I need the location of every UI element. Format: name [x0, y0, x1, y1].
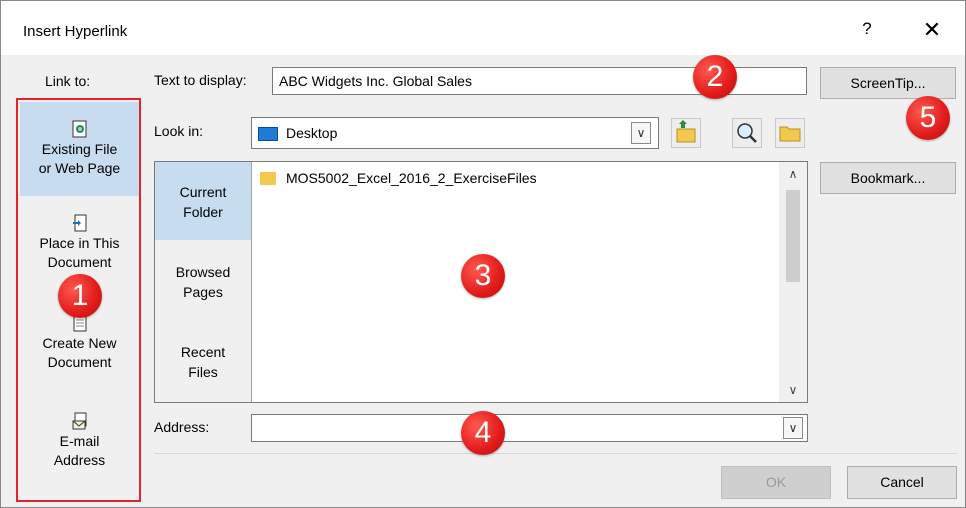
- scroll-down-icon[interactable]: ∨: [779, 380, 807, 400]
- dialog-title: Insert Hyperlink: [23, 23, 128, 40]
- tab-recent-files[interactable]: Recent Files: [155, 342, 251, 392]
- look-in-dropdown-chevron-icon[interactable]: ∨: [631, 122, 651, 144]
- text-to-display-label: Text to display:: [154, 72, 247, 88]
- link-to-label: Link to:: [45, 73, 91, 89]
- link-to-email-line2: Address: [53, 452, 106, 468]
- link-to-place-line1: Place in This: [39, 235, 120, 251]
- divider: [154, 453, 957, 454]
- callout-4: 4: [461, 411, 505, 455]
- browse-web-icon: [737, 123, 757, 143]
- address-label: Address:: [154, 419, 210, 435]
- link-to-create-line2: Document: [47, 354, 112, 370]
- tab-current-folder-line2: Folder: [183, 204, 223, 220]
- tab-recent-line2: Files: [188, 364, 218, 380]
- tab-browsed-line1: Browsed: [175, 264, 231, 280]
- link-to-existing-file-line2: or Web Page: [38, 160, 121, 176]
- ok-button[interactable]: OK: [721, 466, 831, 499]
- email-icon: [72, 412, 88, 430]
- file-list-scrollbar[interactable]: ∧ ∨: [779, 162, 807, 402]
- callout-2: 2: [693, 55, 737, 99]
- address-dropdown-chevron-icon[interactable]: ∨: [783, 417, 803, 439]
- look-in-value: Desktop: [286, 125, 338, 141]
- link-to-place-line2: Document: [47, 254, 112, 270]
- cancel-button[interactable]: Cancel: [847, 466, 957, 499]
- callout-5: 5: [906, 96, 950, 140]
- tab-current-folder[interactable]: Current Folder: [155, 162, 251, 240]
- tab-current-folder-line1: Current: [179, 184, 227, 200]
- link-to-create-new-document[interactable]: Create New Document: [20, 314, 139, 394]
- close-button[interactable]: ✕: [915, 15, 949, 45]
- up-folder-icon: [676, 120, 696, 143]
- desktop-icon: [258, 127, 278, 142]
- link-to-existing-file-line1: Existing File: [41, 141, 118, 157]
- scroll-thumb[interactable]: [786, 190, 800, 282]
- callout-3: 3: [461, 254, 505, 298]
- help-button[interactable]: ?: [853, 15, 881, 43]
- folder-icon: [260, 171, 276, 185]
- bookmark-button[interactable]: Bookmark...: [820, 162, 956, 194]
- link-to-email-address[interactable]: E-mail Address: [20, 412, 139, 492]
- browse-tabs: Current Folder Browsed Pages Recent File…: [155, 162, 252, 402]
- tab-browsed-pages[interactable]: Browsed Pages: [155, 262, 251, 312]
- link-to-create-line1: Create New: [42, 335, 117, 351]
- link-to-existing-file[interactable]: Existing File or Web Page: [20, 102, 139, 196]
- callout-1: 1: [58, 274, 102, 318]
- open-folder-icon: [779, 126, 801, 142]
- insert-hyperlink-dialog: Insert Hyperlink ? ✕ Link to: Existing F…: [0, 0, 966, 508]
- address-input[interactable]: [251, 414, 808, 442]
- browse-file-button[interactable]: [775, 118, 805, 148]
- tab-recent-line1: Recent: [180, 344, 226, 360]
- tab-browsed-line2: Pages: [183, 284, 223, 300]
- file-list: MOS5002_Excel_2016_2_ExerciseFiles: [252, 162, 779, 402]
- link-to-email-line1: E-mail: [59, 433, 100, 449]
- scroll-up-icon[interactable]: ∧: [779, 164, 807, 184]
- up-folder-button[interactable]: [671, 118, 701, 148]
- existing-file-icon: [72, 120, 88, 138]
- look-in-combo[interactable]: Desktop: [251, 117, 659, 149]
- title-bar: Insert Hyperlink ? ✕: [1, 1, 965, 55]
- file-name: MOS5002_Excel_2016_2_ExerciseFiles: [286, 170, 537, 186]
- place-in-document-icon: [72, 214, 88, 232]
- look-in-label: Look in:: [154, 123, 204, 139]
- list-item[interactable]: MOS5002_Excel_2016_2_ExerciseFiles: [260, 168, 537, 188]
- browse-web-button[interactable]: [732, 118, 762, 148]
- screentip-button[interactable]: ScreenTip...: [820, 67, 956, 99]
